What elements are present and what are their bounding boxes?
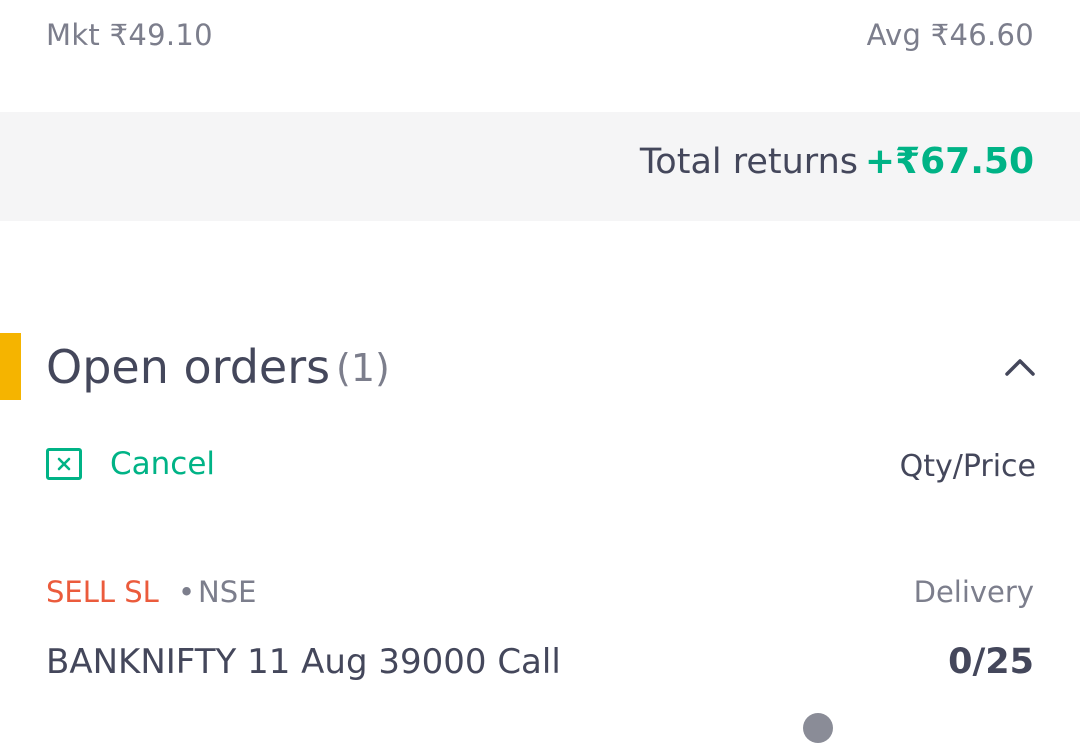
market-price: Mkt ₹49.10 xyxy=(46,18,213,52)
cancel-order-button[interactable]: Cancel xyxy=(46,446,215,482)
section-accent-bar xyxy=(0,333,21,400)
total-returns-label: Total returns xyxy=(639,142,858,182)
order-side: SELL SL xyxy=(46,575,159,609)
open-orders-count: (1) xyxy=(336,346,390,390)
order-instrument: BANKNIFTY 11 Aug 39000 Call xyxy=(46,642,561,682)
chevron-up-icon[interactable] xyxy=(1002,350,1038,386)
cancel-label: Cancel xyxy=(110,446,216,482)
info-icon[interactable] xyxy=(803,713,833,743)
order-product-type: Delivery xyxy=(913,575,1034,609)
order-separator: • xyxy=(178,575,196,609)
order-quantity: 0/25 xyxy=(948,642,1034,682)
average-price: Avg ₹46.60 xyxy=(866,18,1034,52)
open-orders-title: Open orders xyxy=(46,340,331,394)
order-exchange: NSE xyxy=(198,575,257,609)
qty-price-header: Qty/Price xyxy=(899,449,1036,484)
total-returns-value: +₹67.50 xyxy=(864,141,1034,182)
cancel-box-icon xyxy=(46,448,82,480)
